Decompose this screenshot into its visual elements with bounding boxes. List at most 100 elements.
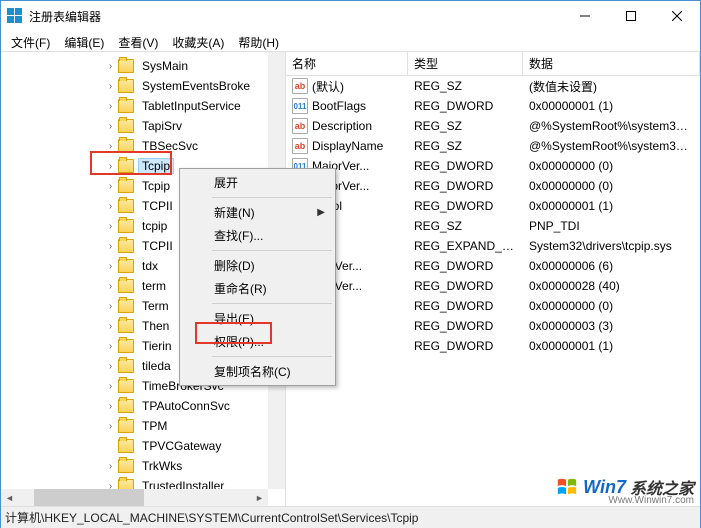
list-row[interactable]: 011lajorVer...REG_DWORD0x00000006 (6) [286,256,700,276]
context-menu: 展开新建(N)▶查找(F)... 删除(D) 重命名(R) 导出(E) 权限(P)...… [179,168,336,386]
folder-icon [118,119,134,133]
chevron-right-icon[interactable]: › [105,141,116,152]
close-button[interactable] [654,1,700,31]
tree-scrollbar-horizontal[interactable]: ◄ ► [1,489,268,506]
context-menu-item[interactable]: 展开 [182,171,333,194]
list-row[interactable]: 011linorVer...REG_DWORD0x00000028 (40) [286,276,700,296]
chevron-right-icon[interactable]: › [105,421,116,432]
chevron-right-icon[interactable]: › [105,361,116,372]
tree-node-label: TPAutoConnSvc [138,398,234,414]
list-row[interactable]: abDisplayNameREG_SZ@%SystemRoot%\system3… [286,136,700,156]
context-menu-item[interactable]: 复制项名称(C) [182,360,333,383]
context-menu-label: 重命名(R) [214,280,267,297]
chevron-right-icon[interactable]: › [105,221,116,232]
list-row[interactable]: abDescriptionREG_SZ@%SystemRoot%\system3… [286,116,700,136]
list-row[interactable]: 011BootFlagsREG_DWORD0x00000001 (1) [286,96,700,116]
tree-node[interactable]: › TPAutoConnSvc [1,396,285,416]
maximize-button[interactable] [608,1,654,31]
context-menu-item[interactable]: 导出(E) [182,307,333,330]
context-menu-item[interactable]: 查找(F)... [182,224,333,247]
menu-view[interactable]: 查看(V) [112,33,164,49]
chevron-right-icon[interactable]: › [105,161,116,172]
list-row[interactable]: 011REG_DWORD0x00000003 (3) [286,316,700,336]
chevron-right-icon[interactable]: › [105,201,116,212]
menu-help[interactable]: 帮助(H) [232,33,285,49]
watermark-url: Www.Winwin7.com [608,495,694,506]
chevron-right-icon[interactable]: › [105,101,116,112]
column-data-header[interactable]: 数据 [523,52,700,75]
tree-node[interactable]: ›TBSecSvc [1,136,285,156]
chevron-right-icon[interactable]: › [105,461,116,472]
tree-spacer [105,441,116,452]
folder-icon [118,219,134,233]
scroll-right-icon[interactable]: ► [251,489,268,506]
tree-node[interactable]: › TapiSrv [1,116,285,136]
context-menu-item[interactable]: 重命名(R) [182,277,333,300]
folder-icon [118,99,134,113]
list-row[interactable]: 011REG_DWORD0x00000000 (0) [286,296,700,316]
menu-file[interactable]: 文件(F) [5,33,56,49]
scroll-thumb[interactable] [34,489,144,506]
chevron-right-icon[interactable]: › [105,341,116,352]
context-menu-label: 权限(P)... [214,333,264,350]
scroll-left-icon[interactable]: ◄ [1,489,18,506]
chevron-right-icon[interactable]: › [105,61,116,72]
list-row[interactable]: 011MinorVer...REG_DWORD0x00000000 (0) [286,176,700,196]
menu-separator [212,197,332,198]
value-type: REG_DWORD [408,98,523,114]
list-row[interactable]: 011ontrolREG_DWORD0x00000001 (1) [286,196,700,216]
folder-icon [118,459,134,473]
list-row[interactable]: ab(默认)REG_SZ(数值未设置) [286,76,700,96]
chevron-right-icon[interactable]: › [105,321,116,332]
value-data: 0x00000001 (1) [523,198,700,214]
menu-edit[interactable]: 编辑(E) [58,33,110,49]
folder-icon [118,159,134,173]
tree-node[interactable]: ›SysMain [1,56,285,76]
tree-node[interactable]: › TPM [1,416,285,436]
tree-node-label: TapiSrv [138,118,186,134]
chevron-right-icon[interactable]: › [105,281,116,292]
string-value-icon: ab [292,78,308,94]
list-row[interactable]: abPathREG_EXPAND_SZSystem32\drivers\tcpi… [286,236,700,256]
tree-node-label: tcpip [138,218,171,234]
chevron-right-icon[interactable]: › [105,181,116,192]
scroll-track[interactable] [18,489,251,506]
tree-node-label: TCPII [138,198,177,214]
chevron-right-icon[interactable]: › [105,381,116,392]
column-name-header[interactable]: 名称 [286,52,408,75]
menu-favorites[interactable]: 收藏夹(A) [166,33,230,49]
chevron-right-icon[interactable]: › [105,261,116,272]
context-menu-item[interactable]: 新建(N)▶ [182,201,333,224]
tree-node-label: Then [138,318,173,334]
string-value-icon: ab [292,118,308,134]
context-menu-label: 展开 [214,174,238,191]
tree-node[interactable]: ›TrkWks [1,456,285,476]
list-row[interactable]: abREG_SZPNP_TDI [286,216,700,236]
chevron-right-icon[interactable]: › [105,301,116,312]
folder-icon [118,399,134,413]
tree-node-label: SystemEventsBroke [138,78,254,94]
context-menu-item[interactable]: 删除(D) [182,254,333,277]
value-data: 0x00000000 (0) [523,178,700,194]
status-path: 计算机\HKEY_LOCAL_MACHINE\SYSTEM\CurrentCon… [5,511,418,525]
folder-icon [118,199,134,213]
context-menu-item[interactable]: 权限(P)... [182,330,333,353]
chevron-right-icon[interactable]: › [105,81,116,92]
list-pane[interactable]: 名称 类型 数据 ab(默认)REG_SZ(数值未设置)011BootFlags… [286,52,700,506]
chevron-right-icon[interactable]: › [105,401,116,412]
value-data: @%SystemRoot%\system32\tc [523,118,700,134]
minimize-button[interactable] [562,1,608,31]
list-row[interactable]: 011REG_DWORD0x00000001 (1) [286,336,700,356]
column-type-header[interactable]: 类型 [408,52,523,75]
tree-node-label: TPM [138,418,171,434]
chevron-right-icon[interactable]: › [105,241,116,252]
tree-node[interactable]: TPVCGateway [1,436,285,456]
value-type: REG_DWORD [408,278,523,294]
tree-node[interactable]: ›TabletInputService [1,96,285,116]
chevron-right-icon[interactable]: › [105,121,116,132]
tree-node-label: TPVCGateway [138,438,225,454]
tree-node[interactable]: › SystemEventsBroke [1,76,285,96]
value-data: 0x00000006 (6) [523,258,700,274]
tree-node-label: Term [138,298,173,314]
list-row[interactable]: 011MajorVer...REG_DWORD0x00000000 (0) [286,156,700,176]
